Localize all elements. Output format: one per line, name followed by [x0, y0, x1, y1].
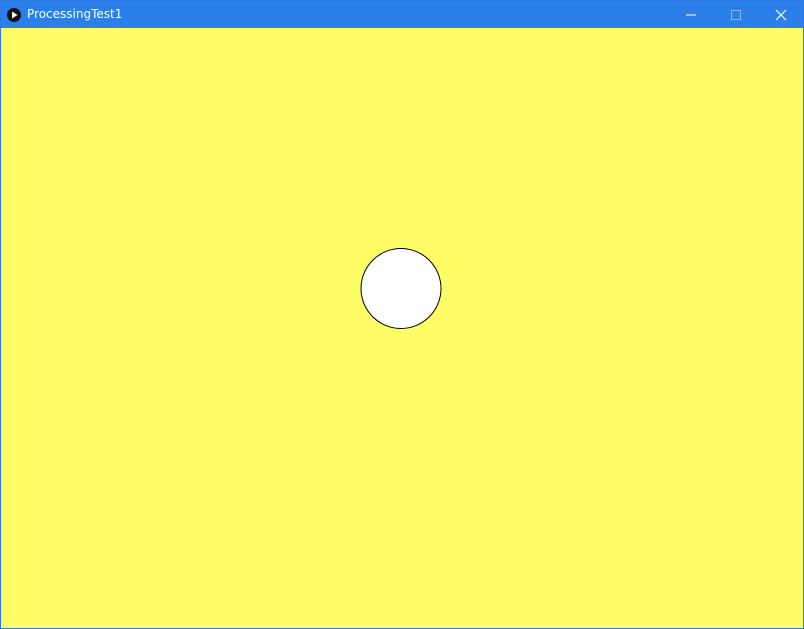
minimize-icon	[685, 14, 696, 15]
processing-play-icon	[7, 7, 21, 22]
maximize-icon	[730, 9, 741, 20]
window-title: ProcessingTest1	[27, 7, 123, 21]
canvas-drawing	[360, 248, 442, 329]
sketch-canvas[interactable]	[1, 28, 803, 628]
close-icon	[775, 9, 786, 20]
minimize-button[interactable]	[668, 1, 713, 28]
title-bar[interactable]: ProcessingTest1	[1, 1, 803, 28]
maximize-button[interactable]	[713, 1, 758, 28]
white-circle	[360, 248, 442, 329]
window-controls	[668, 1, 803, 28]
app-window: ProcessingTest1	[0, 0, 804, 629]
close-button[interactable]	[758, 1, 803, 28]
